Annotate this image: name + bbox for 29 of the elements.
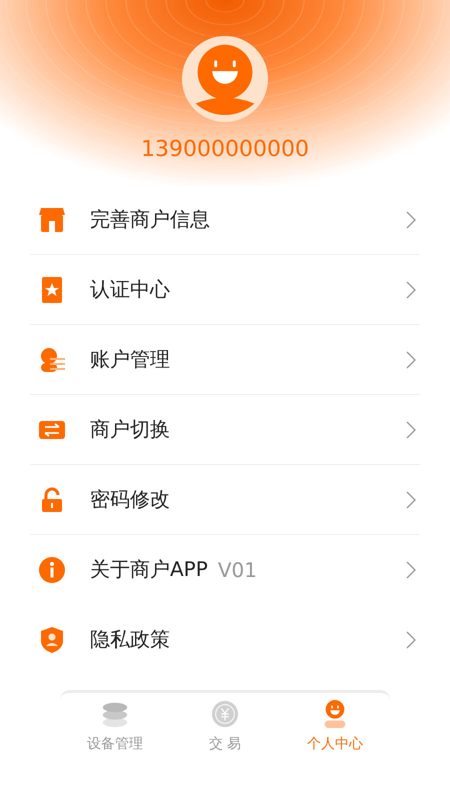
chevron-right-icon <box>406 280 416 298</box>
chevron-right-icon <box>406 560 416 578</box>
menu-item[interactable]: 隐私政策 <box>30 605 420 675</box>
menu-label: 密码修改 <box>90 486 170 513</box>
coin-icon <box>211 699 239 729</box>
info-icon <box>38 556 66 584</box>
menu-item[interactable]: 商户切换 <box>30 395 420 465</box>
chevron-right-icon <box>406 210 416 228</box>
chevron-right-icon <box>406 350 416 368</box>
menu-label: 完善商户信息 <box>90 206 210 233</box>
chevron-right-icon <box>406 630 416 648</box>
chevron-right-icon <box>406 420 416 438</box>
store-icon <box>38 206 66 234</box>
avatar-icon[interactable] <box>181 35 269 123</box>
menu-item[interactable]: 关于商户APP V01 <box>30 535 420 605</box>
user-list-icon <box>38 346 66 374</box>
menu-item[interactable]: 完善商户信息 <box>30 185 420 255</box>
menu-item[interactable]: 认证中心 <box>30 255 420 325</box>
version-label: V01 <box>218 558 257 582</box>
menu-label: 关于商户APP <box>90 556 208 583</box>
menu-label: 商户切换 <box>90 416 170 443</box>
menu-item[interactable]: 账户管理 <box>30 325 420 395</box>
phone-number: 139000000000 <box>141 137 309 162</box>
menu-label: 隐私政策 <box>90 626 170 653</box>
shield-icon <box>38 626 66 654</box>
menu-label: 账户管理 <box>90 346 170 373</box>
menu-label: 认证中心 <box>90 276 170 303</box>
chevron-right-icon <box>406 490 416 508</box>
menu-item[interactable]: 密码修改 <box>30 465 420 535</box>
